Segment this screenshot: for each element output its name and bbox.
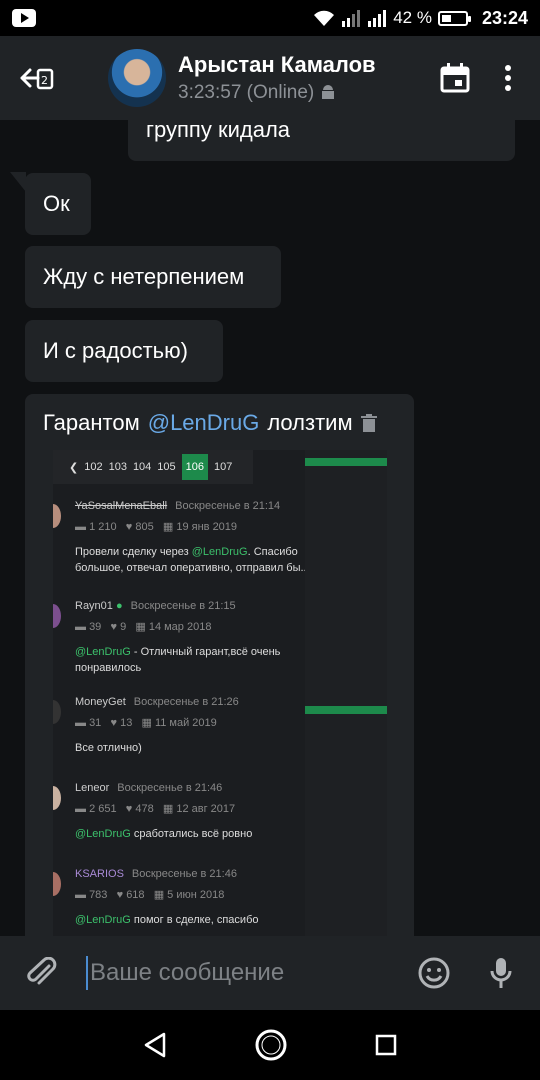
youtube-notification-icon bbox=[12, 9, 36, 27]
message-text: Жду с нетерпением bbox=[43, 264, 245, 289]
post-likes: 478 bbox=[135, 803, 154, 815]
peer-name: Арыстан Камалов bbox=[178, 52, 376, 77]
post-author: KSARIOS bbox=[75, 868, 124, 880]
post-reg: 5 июн 2018 bbox=[167, 889, 225, 901]
post-reg: 19 янв 2019 bbox=[176, 521, 238, 533]
embedded-side-panel bbox=[305, 450, 387, 936]
more-options-icon[interactable] bbox=[504, 64, 512, 92]
caption-text: лолзтим bbox=[267, 410, 353, 435]
battery-percent: 42 % bbox=[393, 8, 432, 27]
pager-page-current: 106 bbox=[181, 454, 209, 480]
outgoing-message[interactable]: группу кидала bbox=[128, 120, 515, 161]
pager-page: 102 bbox=[84, 461, 103, 473]
pager-page: 103 bbox=[108, 461, 127, 473]
incoming-message[interactable]: И с радостью) bbox=[25, 320, 223, 382]
post-author: Leneor bbox=[75, 782, 110, 794]
pager-page: 104 bbox=[132, 461, 152, 473]
mention-link[interactable]: @LenDruG bbox=[148, 410, 260, 436]
media-caption: Гарантом @LenDruG лолзтим bbox=[25, 394, 414, 436]
last-seen-text: 3:23:57 (Online) bbox=[178, 82, 315, 103]
incoming-message[interactable]: Ок bbox=[25, 173, 91, 235]
post-avatar bbox=[53, 872, 61, 896]
message-text: Ок bbox=[43, 191, 70, 216]
post-date: Воскресенье в 21:46 bbox=[117, 782, 223, 794]
delete-icon[interactable] bbox=[360, 414, 377, 432]
emoji-icon[interactable] bbox=[418, 957, 450, 989]
post-text: @LenDruG - Отличный гарант,всё очень пон… bbox=[75, 646, 281, 674]
post-messages: 1 210 bbox=[89, 521, 117, 533]
nav-home-icon[interactable] bbox=[254, 1028, 288, 1062]
pager-page: 105 bbox=[157, 461, 176, 473]
nav-back-icon[interactable] bbox=[143, 1032, 167, 1058]
message-input[interactable]: Ваше сообщение bbox=[86, 956, 284, 990]
post-date: Воскресенье в 21:14 bbox=[175, 500, 281, 512]
post-text: @LenDruG помог в сделке, спасибо bbox=[75, 914, 259, 926]
media-message[interactable]: Гарантом @LenDruG лолзтим ❮ 102 103 104 … bbox=[25, 394, 414, 936]
message-text: И с радостью) bbox=[43, 338, 188, 363]
signal-icon-sim1 bbox=[342, 10, 361, 27]
post-author: Rayn01 bbox=[75, 600, 113, 612]
bubble-tail bbox=[10, 172, 26, 192]
peer-status: 3:23:57 (Online) bbox=[178, 82, 376, 104]
post-messages: 31 bbox=[89, 717, 102, 729]
chat-header: 2 Арыстан Камалов 3:23:57 (Online) bbox=[0, 36, 540, 120]
incoming-message[interactable]: Жду с нетерпением bbox=[25, 246, 281, 308]
message-list[interactable]: группу кидала Ок Жду с нетерпением И с р… bbox=[0, 120, 540, 936]
status-bar: 42 % 23:24 bbox=[0, 0, 540, 36]
post-text: @LenDruG сработались всё ровно bbox=[75, 828, 253, 840]
post-likes: 805 bbox=[135, 521, 154, 533]
post-reg: 12 авг 2017 bbox=[176, 803, 236, 815]
post-likes: 13 bbox=[120, 717, 133, 729]
svg-text:2: 2 bbox=[41, 74, 48, 87]
battery-icon bbox=[437, 10, 471, 26]
back-arrow-icon: 2 bbox=[20, 68, 54, 90]
nav-recents-icon[interactable] bbox=[375, 1034, 397, 1056]
post-text: Провели сделку через @LenDruG. Спасибо б… bbox=[75, 546, 310, 574]
forum-pager: ❮ 102 103 104 105 106 107 bbox=[53, 450, 253, 484]
signal-icon-sim2 bbox=[368, 10, 387, 27]
system-nav-bar bbox=[0, 1010, 540, 1080]
attached-screenshot[interactable]: ❮ 102 103 104 105 106 107 YaSosalMenaEba… bbox=[53, 450, 387, 936]
avatar[interactable] bbox=[108, 49, 166, 107]
android-icon bbox=[322, 85, 335, 99]
post-date: Воскресенье в 21:15 bbox=[130, 600, 236, 612]
post-reg: 14 мар 2018 bbox=[148, 621, 212, 633]
post-likes: 9 bbox=[120, 621, 127, 633]
peer-info[interactable]: Арыстан Камалов 3:23:57 (Online) bbox=[178, 52, 376, 104]
back-button[interactable]: 2 bbox=[8, 36, 68, 120]
post-avatar bbox=[53, 700, 61, 724]
post-avatar bbox=[53, 786, 61, 810]
post-reg: 11 май 2019 bbox=[154, 717, 217, 729]
post-author: YaSosalMenaEball bbox=[75, 500, 168, 512]
post-messages: 39 bbox=[89, 621, 102, 633]
wifi-icon bbox=[314, 10, 335, 26]
post-avatar bbox=[53, 604, 61, 628]
post-author: MoneyGet bbox=[75, 696, 126, 708]
clock: 23:24 bbox=[481, 7, 528, 28]
pager-page: 107 bbox=[214, 461, 233, 473]
calendar-icon[interactable] bbox=[440, 63, 470, 93]
composer: Ваше сообщение bbox=[0, 936, 540, 1010]
paperclip-icon bbox=[27, 957, 57, 985]
post-avatar bbox=[53, 504, 61, 528]
post-messages: 783 bbox=[89, 889, 108, 901]
post-date: Воскресенье в 21:46 bbox=[131, 868, 237, 880]
microphone-icon[interactable] bbox=[490, 957, 512, 989]
caption-text: Гарантом bbox=[43, 410, 140, 435]
post-text: Все отлично) bbox=[75, 742, 142, 754]
post-date: Воскресенье в 21:26 bbox=[133, 696, 239, 708]
post-likes: 618 bbox=[126, 889, 145, 901]
post-messages: 2 651 bbox=[89, 803, 117, 815]
attach-button[interactable] bbox=[12, 957, 72, 989]
message-text: группу кидала bbox=[146, 120, 291, 142]
pager-prev-icon: ❮ bbox=[69, 461, 79, 474]
